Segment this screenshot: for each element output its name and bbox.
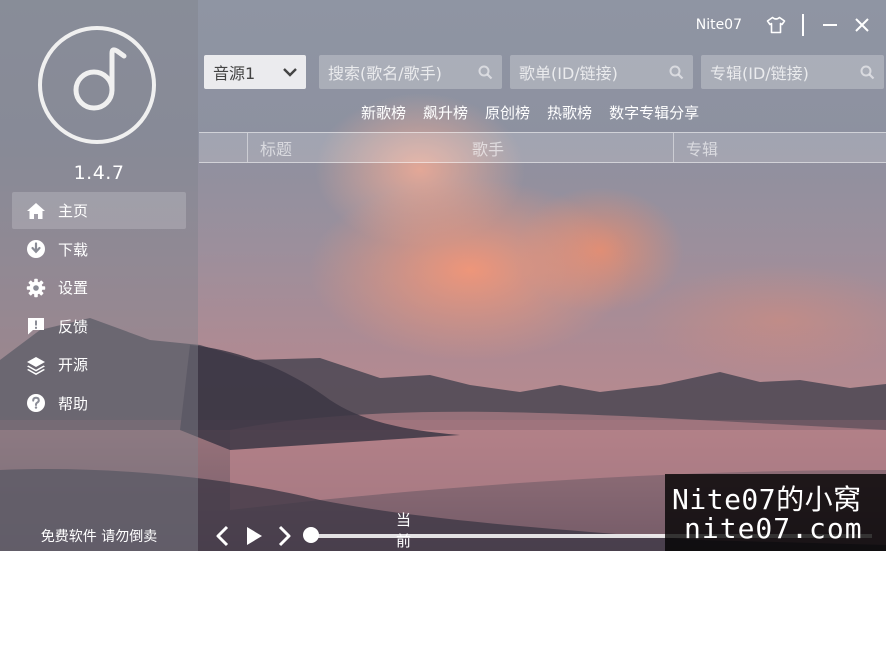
sidebar-item-download[interactable]: 下载 xyxy=(12,231,186,268)
album-input[interactable]: 专辑(ID/链接) xyxy=(701,55,884,89)
source-select[interactable]: 音源1 xyxy=(204,55,306,89)
sidebar-item-label: 反馈 xyxy=(58,317,89,336)
sidebar-item-label: 设置 xyxy=(58,279,89,297)
source-select-value: 音源1 xyxy=(213,64,256,83)
playlist-placeholder: 歌单(ID/链接) xyxy=(519,64,618,83)
minimize-icon[interactable] xyxy=(818,13,842,37)
column-header-title[interactable]: 标题 xyxy=(247,133,472,162)
sidebar-nav: 主页 下载 设置 反馈 开源 帮助 xyxy=(12,192,186,423)
column-header-artist[interactable]: 歌手 xyxy=(472,133,673,162)
play-icon[interactable] xyxy=(245,525,263,547)
titlebar-divider xyxy=(802,14,804,36)
watermark-line2: nite07.com xyxy=(684,512,863,545)
chevron-down-icon xyxy=(283,68,297,77)
chart-link-original[interactable]: 原创榜 xyxy=(485,102,530,123)
download-icon xyxy=(25,238,47,260)
album-placeholder: 专辑(ID/链接) xyxy=(710,64,809,83)
song-search-input[interactable]: 搜索(歌名/歌手) xyxy=(319,55,502,89)
sidebar-item-settings[interactable]: 设置 xyxy=(12,269,186,306)
sidebar-item-label: 主页 xyxy=(58,202,89,220)
chart-link-rising[interactable]: 飙升榜 xyxy=(423,102,468,123)
song-table-header: 标题 歌手 专辑 xyxy=(199,132,886,163)
sidebar-item-feedback[interactable]: 反馈 xyxy=(12,308,186,345)
previous-icon[interactable] xyxy=(215,525,231,547)
username[interactable]: Nite07 xyxy=(696,17,742,33)
song-search-placeholder: 搜索(歌名/歌手) xyxy=(328,64,442,83)
sidebar-item-label: 下载 xyxy=(58,240,89,259)
chart-link-new[interactable]: 新歌榜 xyxy=(361,102,406,123)
sidebar-item-label: 帮助 xyxy=(58,394,89,413)
layers-icon xyxy=(25,354,47,376)
search-icon[interactable] xyxy=(478,65,493,80)
progress-handle[interactable] xyxy=(303,527,319,543)
search-icon[interactable] xyxy=(669,65,684,80)
column-label: 歌手 xyxy=(472,139,505,159)
app-logo-icon xyxy=(38,26,156,144)
sidebar-item-help[interactable]: 帮助 xyxy=(12,385,186,422)
chart-links: 新歌榜 飙升榜 原创榜 热歌榜 数字专辑分享 xyxy=(361,102,716,123)
next-icon[interactable] xyxy=(276,525,292,547)
now-playing-text: 当前无播放音乐 xyxy=(396,511,412,655)
gear-icon xyxy=(25,277,47,299)
sidebar-item-home[interactable]: 主页 xyxy=(12,192,186,229)
search-icon[interactable] xyxy=(860,65,875,80)
app-version: 1.4.7 xyxy=(73,162,125,184)
chart-link-hot[interactable]: 热歌榜 xyxy=(547,102,592,123)
watermark: Nite07的小窝 nite07.com xyxy=(665,474,886,551)
skin-shirt-icon[interactable] xyxy=(764,13,788,37)
column-header-album[interactable]: 专辑 xyxy=(673,133,886,162)
column-label: 专辑 xyxy=(686,139,719,159)
sidebar-item-label: 开源 xyxy=(58,356,89,374)
sidebar: 1.4.7 主页 下载 设置 反馈 开源 帮助 免费软件 请勿倒卖 xyxy=(0,0,198,551)
column-label: 标题 xyxy=(260,139,293,159)
feedback-icon xyxy=(25,315,47,337)
sidebar-item-opensource[interactable]: 开源 xyxy=(12,346,186,383)
home-icon xyxy=(25,200,47,222)
playlist-input[interactable]: 歌单(ID/链接) xyxy=(510,55,693,89)
close-icon[interactable] xyxy=(850,13,874,37)
footer-note: 免费软件 请勿倒卖 xyxy=(40,529,158,545)
help-icon xyxy=(25,392,47,414)
title-bar: Nite07 xyxy=(696,10,886,40)
chart-link-digital-album[interactable]: 数字专辑分享 xyxy=(609,102,699,123)
